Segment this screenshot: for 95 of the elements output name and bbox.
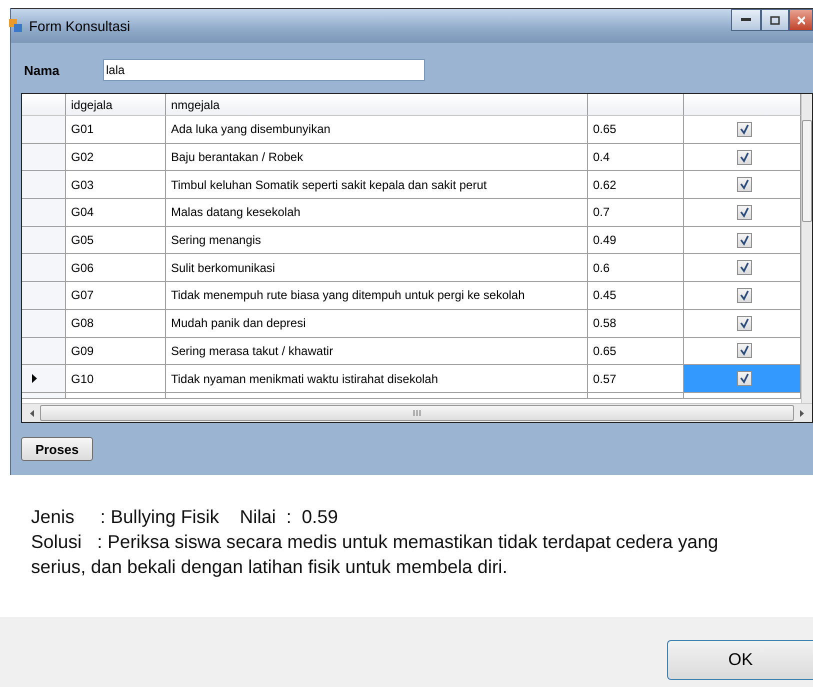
table-cell: 0.65 — [588, 116, 684, 144]
scroll-right-icon[interactable] — [800, 410, 804, 416]
grip-icon — [413, 410, 421, 416]
checkbox[interactable] — [737, 371, 752, 386]
checkbox-cell[interactable] — [684, 254, 801, 282]
table-cell: Malas datang kesekolah — [166, 199, 588, 227]
checkbox-cell[interactable] — [684, 282, 801, 310]
check-icon — [739, 206, 750, 218]
name-input[interactable]: lala — [103, 59, 425, 81]
check-icon — [739, 179, 750, 190]
row-header[interactable] — [22, 365, 66, 393]
table-cell: 0.7 — [588, 199, 684, 227]
result-text: Jenis : Bullying Fisik Nilai : 0.59 — [31, 505, 339, 529]
row-header[interactable] — [22, 199, 66, 227]
checkbox-cell[interactable] — [684, 171, 801, 200]
checkbox-cell[interactable] — [684, 144, 801, 172]
vertical-scrollbar[interactable] — [801, 94, 812, 403]
table-cell: 0.57 — [588, 365, 684, 393]
table-cell: G04 — [66, 199, 166, 227]
check-icon — [739, 262, 750, 274]
check-icon — [739, 318, 750, 329]
close-button[interactable] — [789, 9, 813, 31]
minimize-icon — [741, 18, 751, 22]
checkbox[interactable] — [737, 288, 752, 303]
column-header[interactable]: idgejala — [66, 94, 166, 116]
table-cell: 0.45 — [588, 282, 684, 310]
table-cell: G06 — [66, 254, 166, 282]
checkbox-cell[interactable] — [684, 116, 801, 144]
table-cell: 0.49 — [588, 226, 684, 254]
checkbox[interactable] — [737, 122, 752, 137]
table-cell: Timbul keluhan Somatik seperti sakit kepala dan sakit perut — [166, 171, 588, 200]
checkbox-cell[interactable] — [684, 199, 801, 227]
table-cell: G07 — [66, 282, 166, 310]
table-cell: Ada luka yang disembunyikan — [166, 116, 588, 144]
table-cell: G02 — [66, 144, 166, 172]
process-button[interactable]: Proses — [21, 437, 93, 461]
check-icon — [739, 290, 750, 301]
row-header[interactable] — [22, 338, 66, 366]
solution-text: Solusi : Periksa siswa secara medis untuk memastikan tidak terdapat cedera yang serius, dan bekali dengan latihan fisik untuk membela diri. — [31, 530, 720, 579]
row-header[interactable] — [22, 254, 66, 282]
table-cell: 0.58 — [588, 310, 684, 338]
close-icon — [797, 16, 805, 24]
table-cell: Tidak nyaman menikmati waktu istirahat disekolah — [166, 365, 588, 393]
horizontal-scrollbar[interactable] — [22, 403, 812, 422]
current-row-icon — [32, 374, 37, 384]
table-cell: 0.65 — [588, 338, 684, 366]
checkbox[interactable] — [737, 316, 752, 331]
checkbox[interactable] — [737, 260, 752, 276]
checkbox[interactable] — [737, 177, 752, 192]
table-cell: 0.62 — [588, 171, 684, 200]
checkbox[interactable] — [737, 150, 752, 165]
maximize-button[interactable] — [761, 9, 789, 31]
row-header[interactable] — [22, 116, 66, 144]
table-cell: 0.6 — [588, 254, 684, 282]
row-header[interactable] — [22, 226, 66, 254]
table-cell: Mudah panik dan depresi — [166, 310, 588, 338]
ok-button[interactable]: OK — [667, 640, 813, 680]
row-header[interactable] — [22, 282, 66, 310]
window-title: Form Konsultasi — [29, 18, 132, 34]
checkbox-cell[interactable] — [684, 310, 801, 338]
column-header[interactable] — [588, 94, 684, 116]
row-header[interactable] — [22, 171, 66, 200]
name-label: Nama — [23, 62, 60, 78]
table-cell: Baju berantakan / Robek — [166, 144, 588, 172]
row-header[interactable] — [22, 310, 66, 338]
check-icon — [739, 124, 750, 135]
table-cell: Sulit berkomunikasi — [166, 254, 588, 282]
column-header[interactable] — [684, 94, 801, 116]
maximize-icon — [770, 16, 780, 24]
scroll-left-icon[interactable] — [30, 410, 34, 416]
row-header[interactable] — [22, 144, 66, 172]
table-cell: G01 — [66, 116, 166, 144]
form-icon — [9, 19, 23, 33]
check-icon — [739, 373, 750, 384]
table-cell: Sering menangis — [166, 226, 588, 254]
minimize-button[interactable] — [731, 9, 761, 31]
checkbox[interactable] — [737, 343, 752, 358]
checkbox-cell[interactable] — [684, 365, 801, 393]
table-cell: G09 — [66, 338, 166, 366]
check-icon — [739, 152, 750, 163]
column-header[interactable] — [22, 94, 66, 116]
checkbox-cell[interactable] — [684, 338, 801, 366]
check-icon — [739, 345, 750, 356]
table-cell: G03 — [66, 171, 166, 200]
check-icon — [739, 234, 750, 246]
checkbox-cell[interactable] — [684, 226, 801, 254]
table-cell: Tidak menempuh rute biasa yang ditempuh untuk pergi ke sekolah — [166, 282, 588, 310]
table-cell: G05 — [66, 226, 166, 254]
table-cell: G08 — [66, 310, 166, 338]
checkbox[interactable] — [737, 204, 752, 220]
checkbox[interactable] — [737, 232, 752, 248]
table-cell: Sering merasa takut / khawatir — [166, 338, 588, 366]
column-header[interactable]: nmgejala — [166, 94, 588, 116]
table-cell: G10 — [66, 365, 166, 393]
table-cell: 0.4 — [588, 144, 684, 172]
